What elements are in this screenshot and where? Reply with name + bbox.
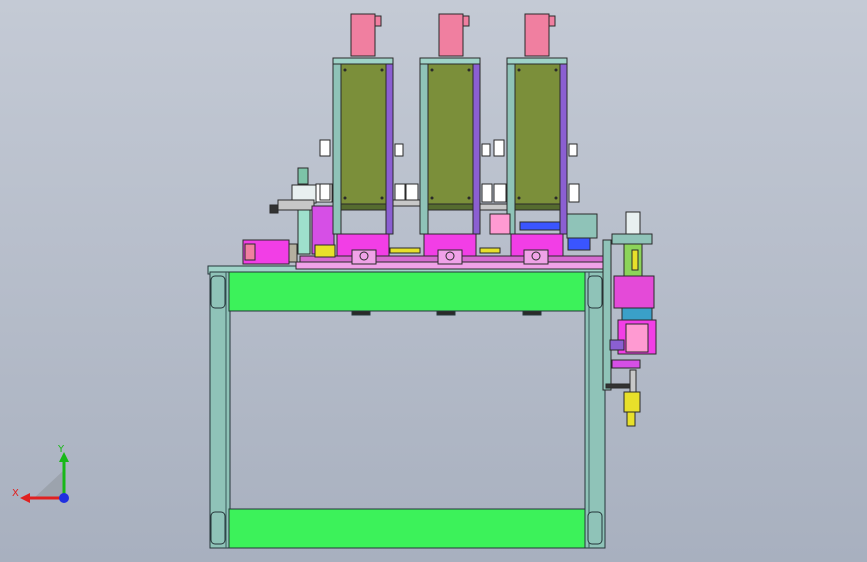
x-axis-arrow	[20, 493, 30, 503]
lower-green-panel	[228, 508, 586, 549]
z-axis-dot	[59, 493, 69, 503]
x-axis-label: X	[12, 488, 19, 499]
upper-green-panel	[228, 271, 586, 312]
frame-left-post	[209, 271, 231, 549]
coordinate-triad-icon: Y X	[12, 444, 69, 503]
y-axis-label: Y	[57, 444, 65, 455]
cad-viewport[interactable]	[0, 0, 867, 562]
frame-right-post	[584, 271, 606, 549]
triad-plane	[34, 470, 64, 498]
